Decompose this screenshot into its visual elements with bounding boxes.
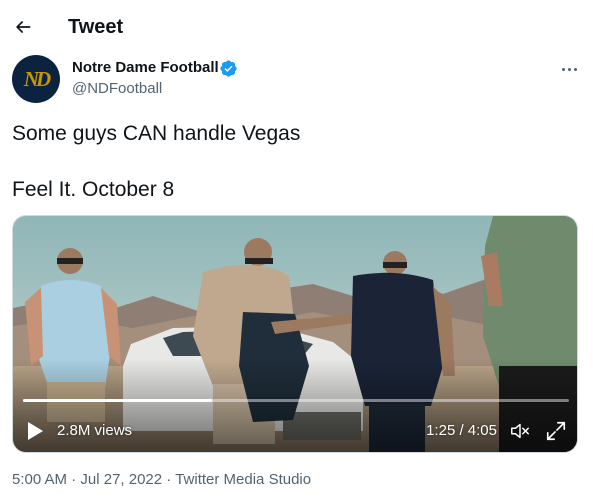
author-handle[interactable]: @NDFootball (72, 80, 162, 97)
avatar-logo: ND (23, 66, 51, 91)
video-progress-fill (23, 399, 213, 402)
tweet-source-link[interactable]: Twitter Media Studio (175, 471, 311, 488)
play-icon[interactable] (25, 419, 45, 443)
speaker-muted-icon[interactable] (509, 420, 531, 442)
tweet-text-line: Feel It. October 8 (12, 178, 175, 201)
video-frame (13, 216, 577, 452)
arrow-left-icon (16, 21, 31, 33)
verified-badge-icon (220, 60, 237, 77)
more-icon-dot (561, 67, 565, 71)
back-button[interactable] (8, 10, 38, 44)
avatar[interactable]: ND (12, 55, 60, 103)
tweet-metadata: 5:00 AM · Jul 27, 2022 · Twitter Media S… (12, 471, 311, 488)
author-name[interactable]: Notre Dame Football (72, 59, 219, 76)
video-player[interactable]: 2.8M views 1:25 / 4:05 (12, 215, 578, 453)
tweet-text-line: Some guys CAN handle Vegas (12, 122, 301, 145)
meta-separator: · (166, 471, 172, 488)
page-title: Tweet (68, 16, 124, 38)
more-options-button[interactable] (556, 56, 582, 82)
fullscreen-icon[interactable] (545, 420, 567, 442)
video-view-count: 2.8M views (57, 422, 133, 439)
video-progress-bar[interactable] (23, 399, 569, 402)
header: Tweet (0, 0, 593, 54)
tweet-date[interactable]: Jul 27, 2022 (80, 471, 162, 488)
video-time: 1:25 / 4:05 (426, 422, 497, 439)
more-icon-dot (573, 67, 577, 71)
tweet-time[interactable]: 5:00 AM (12, 471, 67, 488)
meta-separator: · (71, 471, 77, 488)
more-icon-dot (567, 67, 571, 71)
